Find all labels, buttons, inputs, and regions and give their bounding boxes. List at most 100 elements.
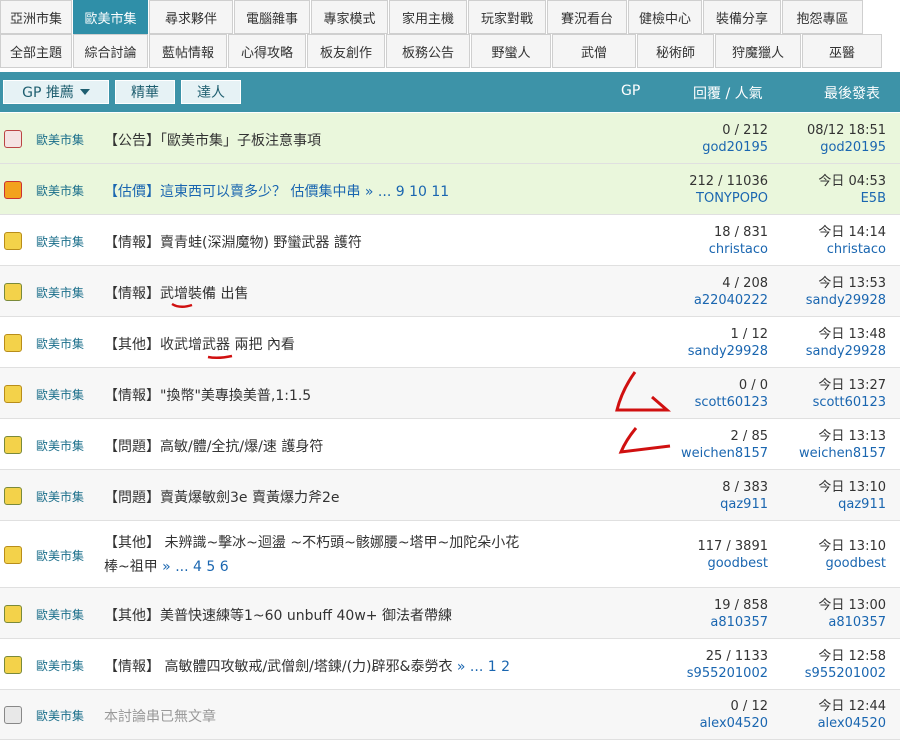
tab-demon-hunter[interactable]: 狩魔獵人 (715, 34, 801, 68)
tab-announcements[interactable]: 板務公告 (386, 34, 470, 68)
thread-title-text[interactable]: 【情報】武增裝備 出售 (104, 286, 248, 302)
expert-button[interactable]: 達人 (181, 80, 241, 104)
tab-monk[interactable]: 武僧 (552, 34, 636, 68)
column-last-post[interactable]: 最後發表 (824, 83, 880, 103)
thread-row[interactable]: 歐美市集 【情報】武增裝備 出售 4 / 208 a22040222 今日 13:53 s… (0, 266, 900, 317)
author-link[interactable]: christaco (709, 241, 768, 258)
board-link[interactable]: 歐美市集 (36, 437, 84, 454)
thread-title[interactable]: 本討論串已無文章 (104, 706, 216, 726)
tab-west-market[interactable]: 歐美市集 (73, 0, 148, 34)
last-post-time[interactable]: 今日 13:27 (813, 377, 886, 394)
author-link[interactable]: qaz911 (720, 496, 768, 513)
thread-title[interactable]: 【其他】 未辨識~擊冰~迴盪 ~不朽頭~骸娜腰~塔甲~加陀朵小花 棒~祖甲 » .… (104, 531, 519, 579)
thread-title[interactable]: 【問題】高敏/體/全抗/爆/速 護身符 (104, 436, 323, 456)
thread-title-text[interactable]: 【情報】賣青蛙(深淵魔物) 野蠻武器 護符 (104, 235, 362, 251)
last-post-user[interactable]: s955201002 (805, 665, 886, 682)
board-link[interactable]: 歐美市集 (36, 182, 84, 199)
board-link[interactable]: 歐美市集 (36, 547, 84, 564)
last-post-user[interactable]: sandy29928 (806, 292, 886, 309)
last-post-user[interactable]: god20195 (807, 139, 886, 156)
author-link[interactable]: sandy29928 (688, 343, 768, 360)
author-link[interactable]: TONYPOPO (689, 190, 768, 207)
thread-title[interactable]: 【問題】賣黃爆敏劍3e 賣黃爆力斧2e (104, 487, 340, 507)
last-post-user[interactable]: weichen8157 (799, 445, 886, 462)
thread-title-text[interactable]: 【情報】 高敏體四攻敏戒/武僧劍/塔鍊/(力)辟邪&泰勞衣 (104, 659, 452, 675)
last-post-time[interactable]: 今日 14:14 (818, 224, 886, 241)
author-link[interactable]: s955201002 (687, 665, 768, 682)
last-post-time[interactable]: 今日 13:10 (818, 538, 886, 555)
thread-title[interactable]: 【其他】美普快速練等1~60 unbuff 40w+ 御法者帶練 (104, 605, 452, 625)
tab-creations[interactable]: 板友創作 (307, 34, 385, 68)
board-link[interactable]: 歐美市集 (36, 606, 84, 623)
tab-all-topics[interactable]: 全部主題 (0, 34, 72, 68)
thread-row[interactable]: 歐美市集 【問題】賣黃爆敏劍3e 賣黃爆力斧2e 8 / 383 qaz911 今日 1… (0, 470, 900, 521)
column-replies-views[interactable]: 回覆 / 人氣 (693, 83, 763, 103)
last-post-time[interactable]: 今日 12:44 (818, 698, 886, 715)
thread-row[interactable]: 歐美市集 【其他】 未辨識~擊冰~迴盪 ~不朽頭~骸娜腰~塔甲~加陀朵小花 棒~祖甲… (0, 521, 900, 588)
author-link[interactable]: weichen8157 (681, 445, 768, 462)
last-post-user[interactable]: goodbest (818, 555, 886, 572)
tab-witch-doctor[interactable]: 巫醫 (802, 34, 882, 68)
featured-button[interactable]: 精華 (115, 80, 175, 104)
last-post-user[interactable]: qaz911 (818, 496, 886, 513)
last-post-time[interactable]: 今日 13:10 (818, 479, 886, 496)
last-post-time[interactable]: 今日 13:00 (818, 597, 886, 614)
tab-asia-market[interactable]: 亞洲市集 (0, 0, 72, 34)
board-link[interactable]: 歐美市集 (36, 335, 84, 352)
last-post-time[interactable]: 今日 12:58 (805, 648, 886, 665)
thread-title[interactable]: 【情報】"換幣"美專換美普,1:1.5 (104, 385, 311, 405)
tab-guides[interactable]: 心得攻略 (228, 34, 306, 68)
author-link[interactable]: a22040222 (694, 292, 768, 309)
thread-title[interactable]: 【情報】武增裝備 出售 (104, 283, 248, 303)
last-post-user[interactable]: a810357 (818, 614, 886, 631)
page-links[interactable]: » ... 9 10 11 (360, 184, 449, 200)
tab-barbarian[interactable]: 野蠻人 (471, 34, 551, 68)
page-links[interactable]: » ... 4 5 6 (158, 559, 228, 575)
tab-console[interactable]: 家用主機 (389, 0, 467, 34)
last-post-user[interactable]: christaco (818, 241, 886, 258)
author-link[interactable]: a810357 (710, 614, 768, 631)
tab-bluepost[interactable]: 藍帖情報 (149, 34, 227, 68)
thread-row[interactable]: 歐美市集 【其他】美普快速練等1~60 unbuff 40w+ 御法者帶練 19 /… (0, 588, 900, 639)
board-link[interactable]: 歐美市集 (36, 386, 84, 403)
thread-row[interactable]: 歐美市集 【情報】"換幣"美專換美普,1:1.5 0 / 0 scott60123 今日… (0, 368, 900, 419)
last-post-time[interactable]: 今日 13:48 (806, 326, 886, 343)
last-post-time[interactable]: 今日 04:53 (818, 173, 886, 190)
tab-gear-share[interactable]: 裝備分享 (703, 0, 781, 34)
thread-title-text[interactable]: 【問題】高敏/體/全抗/爆/速 護身符 (104, 439, 323, 455)
thread-row[interactable]: 歐美市集 【情報】 高敏體四攻敏戒/武僧劍/塔鍊/(力)辟邪&泰勞衣 » ... … (0, 639, 900, 690)
last-post-time[interactable]: 08/12 18:51 (807, 122, 886, 139)
author-link[interactable]: scott60123 (695, 394, 768, 411)
tab-match-viewing[interactable]: 賽況看台 (547, 0, 627, 34)
author-link[interactable]: god20195 (702, 139, 768, 156)
thread-title-text[interactable]: 【情報】"換幣"美專換美普,1:1.5 (104, 388, 311, 404)
thread-title[interactable]: 【估價】這東西可以賣多少？ 估價集中串 » ... 9 10 11 (104, 181, 449, 201)
tab-pc-misc[interactable]: 電腦雜事 (234, 0, 310, 34)
thread-title-text[interactable]: 【估價】這東西可以賣多少？ 估價集中串 (104, 184, 360, 200)
thread-title-text[interactable]: 【其他】收武增武器 兩把 內看 (104, 337, 295, 353)
last-post-user[interactable]: alex04520 (818, 715, 886, 732)
thread-row[interactable]: 歐美市集 本討論串已無文章 0 / 12 alex04520 今日 12:44 alex0… (0, 690, 900, 740)
board-link[interactable]: 歐美市集 (36, 284, 84, 301)
thread-title-text-cont[interactable]: 棒~祖甲 (104, 559, 158, 575)
thread-row[interactable]: 歐美市集 【公告】「歐美市集」子板注意事項 0 / 212 god20195 08/12… (0, 113, 900, 164)
thread-title-text[interactable]: 本討論串已無文章 (104, 709, 216, 725)
tab-pvp[interactable]: 玩家對戰 (468, 0, 546, 34)
last-post-user[interactable]: sandy29928 (806, 343, 886, 360)
tab-find-partner[interactable]: 尋求夥伴 (149, 0, 233, 34)
thread-row[interactable]: 歐美市集 【情報】賣青蛙(深淵魔物) 野蠻武器 護符 18 / 831 christa… (0, 215, 900, 266)
last-post-time[interactable]: 今日 13:13 (799, 428, 886, 445)
column-gp[interactable]: GP (621, 83, 640, 99)
author-link[interactable]: alex04520 (700, 715, 768, 732)
last-post-user[interactable]: scott60123 (813, 394, 886, 411)
last-post-user[interactable]: E5B (818, 190, 886, 207)
thread-title[interactable]: 【其他】收武增武器 兩把 內看 (104, 334, 295, 354)
thread-row[interactable]: 歐美市集 【估價】這東西可以賣多少？ 估價集中串 » ... 9 10 11 212… (0, 164, 900, 215)
tab-checkup[interactable]: 健檢中心 (628, 0, 702, 34)
thread-title-text[interactable]: 【其他】美普快速練等1~60 unbuff 40w+ 御法者帶練 (104, 608, 452, 624)
tab-general[interactable]: 綜合討論 (73, 34, 148, 68)
thread-title-text[interactable]: 【公告】「歐美市集」子板注意事項 (104, 133, 321, 149)
gp-recommend-dropdown[interactable]: GP 推薦 (3, 80, 109, 104)
board-link[interactable]: 歐美市集 (36, 707, 84, 724)
tab-expert-mode[interactable]: 專家模式 (311, 0, 388, 34)
